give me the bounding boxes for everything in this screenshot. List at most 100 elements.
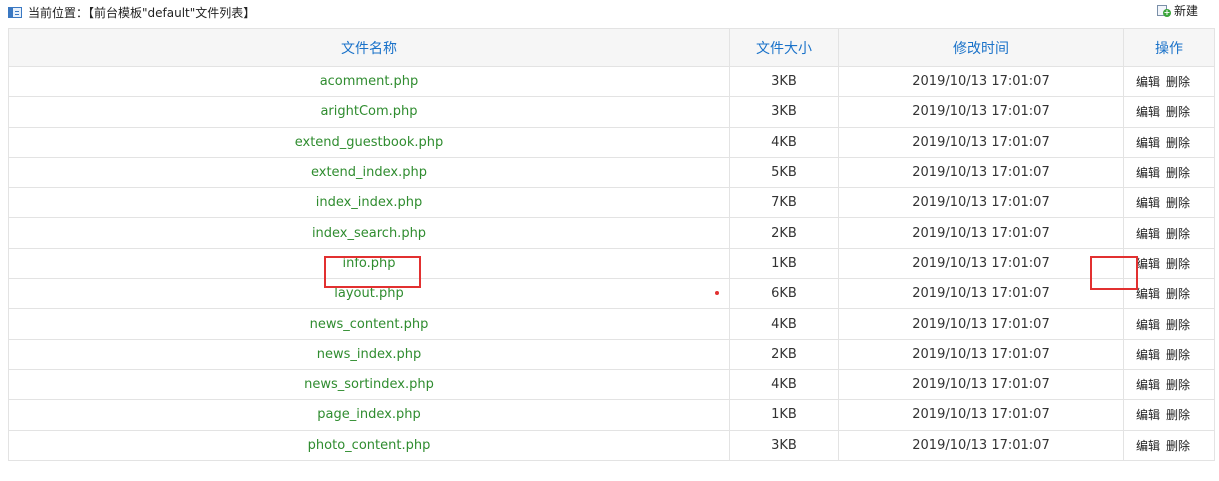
file-rows: acomment.php 3KB 2019/10/13 17:01:07 编辑 删除 ar… <box>8 65 1215 461</box>
file-name-cell[interactable]: index_search.php <box>8 217 730 249</box>
breadcrumb: 当前位置：【前台模板"default"文件列表】 <box>8 4 255 21</box>
actions-cell: 编辑 删除 <box>1123 156 1215 189</box>
edit-link[interactable]: 编辑 <box>1136 105 1160 119</box>
modified-time-cell: 2019/10/13 17:01:07 <box>838 338 1124 370</box>
edit-link[interactable]: 编辑 <box>1136 348 1160 362</box>
edit-link[interactable]: 编辑 <box>1136 75 1160 89</box>
delete-link[interactable]: 删除 <box>1166 136 1190 150</box>
file-name-link[interactable]: info.php <box>342 256 395 271</box>
file-name-link[interactable]: news_sortindex.php <box>304 377 434 392</box>
file-name-link[interactable]: photo_content.php <box>308 438 431 453</box>
file-name-link[interactable]: news_index.php <box>317 347 422 362</box>
table-header-row: 文件名称 文件大小 修改时间 操作 <box>8 28 1215 67</box>
file-name-link[interactable]: index_search.php <box>312 226 426 241</box>
table-row: extend_guestbook.php 4KB 2019/10/13 17:01:… <box>8 126 1215 158</box>
edit-link[interactable]: 编辑 <box>1136 257 1160 271</box>
file-table: 文件名称 文件大小 修改时间 操作 acomment.php 3KB 2019/10… <box>8 28 1215 461</box>
file-name-cell[interactable]: news_content.php <box>8 308 730 340</box>
table-row: news_content.php 4KB 2019/10/13 17:01:07 编辑… <box>8 308 1215 340</box>
delete-link[interactable]: 删除 <box>1166 227 1190 241</box>
breadcrumb-text: 当前位置：【前台模板"default"文件列表】 <box>28 6 256 20</box>
file-name-cell[interactable]: info.php <box>8 247 730 280</box>
actions-cell: 编辑 删除 <box>1123 65 1215 98</box>
file-name-link[interactable]: index_index.php <box>316 195 423 210</box>
actions-cell: 编辑 删除 <box>1123 278 1215 310</box>
file-name-cell[interactable]: layout.php <box>8 278 730 310</box>
table-row: page_index.php 1KB 2019/10/13 17:01:07 编辑 删除 <box>8 399 1215 431</box>
new-file-icon: + <box>1156 4 1171 17</box>
edit-link[interactable]: 编辑 <box>1136 287 1160 301</box>
edit-link[interactable]: 编辑 <box>1136 196 1160 210</box>
delete-link[interactable]: 删除 <box>1166 348 1190 362</box>
modified-time-cell: 2019/10/13 17:01:07 <box>838 278 1124 310</box>
table-row: info.php 1KB 2019/10/13 17:01:07 编辑 删除 <box>8 247 1215 280</box>
annotation-dot <box>715 291 719 295</box>
file-size-cell: 4KB <box>729 308 839 340</box>
file-name-cell[interactable]: acomment.php <box>8 65 730 98</box>
delete-link[interactable]: 删除 <box>1166 287 1190 301</box>
modified-time-cell: 2019/10/13 17:01:07 <box>838 399 1124 431</box>
file-name-link[interactable]: extend_index.php <box>311 165 427 180</box>
file-size-cell: 3KB <box>729 96 839 128</box>
edit-link[interactable]: 编辑 <box>1136 136 1160 150</box>
panel-icon <box>8 7 22 18</box>
header-filesize: 文件大小 <box>729 28 839 67</box>
delete-link[interactable]: 删除 <box>1166 166 1190 180</box>
header-modified-time: 修改时间 <box>838 28 1124 67</box>
table-row: index_search.php 2KB 2019/10/13 17:01:07 编辑… <box>8 217 1215 249</box>
file-size-cell: 1KB <box>729 399 839 431</box>
table-row: news_index.php 2KB 2019/10/13 17:01:07 编辑 删除 <box>8 338 1215 370</box>
delete-link[interactable]: 删除 <box>1166 408 1190 422</box>
actions-cell: 编辑 删除 <box>1123 308 1215 340</box>
file-name-link[interactable]: acomment.php <box>320 74 419 89</box>
actions-cell: 编辑 删除 <box>1123 429 1215 461</box>
actions-cell: 编辑 删除 <box>1123 187 1215 219</box>
file-size-cell: 7KB <box>729 187 839 219</box>
modified-time-cell: 2019/10/13 17:01:07 <box>838 126 1124 158</box>
file-name-cell[interactable]: news_index.php <box>8 338 730 370</box>
file-size-cell: 4KB <box>729 126 839 158</box>
file-name-cell[interactable]: arightCom.php <box>8 96 730 128</box>
actions-cell: 编辑 删除 <box>1123 368 1215 401</box>
file-size-cell: 2KB <box>729 217 839 249</box>
header-actions: 操作 <box>1123 28 1215 67</box>
edit-link[interactable]: 编辑 <box>1136 166 1160 180</box>
delete-link[interactable]: 删除 <box>1166 318 1190 332</box>
file-name-cell[interactable]: page_index.php <box>8 399 730 431</box>
delete-link[interactable]: 删除 <box>1166 257 1190 271</box>
file-name-link[interactable]: arightCom.php <box>320 104 417 119</box>
edit-link[interactable]: 编辑 <box>1136 378 1160 392</box>
edit-link[interactable]: 编辑 <box>1136 408 1160 422</box>
actions-cell: 编辑 删除 <box>1123 217 1215 249</box>
file-name-link[interactable]: page_index.php <box>317 407 420 422</box>
new-file-button[interactable]: + 新建 <box>1156 2 1198 19</box>
edit-link[interactable]: 编辑 <box>1136 439 1160 453</box>
file-size-cell: 4KB <box>729 368 839 401</box>
actions-cell: 编辑 删除 <box>1123 338 1215 370</box>
actions-cell: 编辑 删除 <box>1123 247 1215 280</box>
edit-link[interactable]: 编辑 <box>1136 227 1160 241</box>
delete-link[interactable]: 删除 <box>1166 196 1190 210</box>
table-row: layout.php 6KB 2019/10/13 17:01:07 编辑 删除 <box>8 278 1215 310</box>
edit-link[interactable]: 编辑 <box>1136 318 1160 332</box>
file-name-cell[interactable]: index_index.php <box>8 187 730 219</box>
file-name-cell[interactable]: extend_index.php <box>8 156 730 189</box>
delete-link[interactable]: 删除 <box>1166 378 1190 392</box>
file-size-cell: 3KB <box>729 65 839 98</box>
top-bar: 当前位置：【前台模板"default"文件列表】 + 新建 <box>0 0 1219 28</box>
table-row: photo_content.php 3KB 2019/10/13 17:01:07 编… <box>8 429 1215 461</box>
header-filename: 文件名称 <box>8 28 730 67</box>
file-name-cell[interactable]: news_sortindex.php <box>8 368 730 401</box>
modified-time-cell: 2019/10/13 17:01:07 <box>838 308 1124 340</box>
delete-link[interactable]: 删除 <box>1166 105 1190 119</box>
modified-time-cell: 2019/10/13 17:01:07 <box>838 156 1124 189</box>
delete-link[interactable]: 删除 <box>1166 75 1190 89</box>
file-name-link[interactable]: layout.php <box>334 286 403 301</box>
file-name-cell[interactable]: extend_guestbook.php <box>8 126 730 158</box>
table-row: extend_index.php 5KB 2019/10/13 17:01:07 编辑… <box>8 156 1215 189</box>
modified-time-cell: 2019/10/13 17:01:07 <box>838 217 1124 249</box>
file-name-link[interactable]: news_content.php <box>310 317 429 332</box>
file-name-link[interactable]: extend_guestbook.php <box>295 135 443 150</box>
delete-link[interactable]: 删除 <box>1166 439 1190 453</box>
file-name-cell[interactable]: photo_content.php <box>8 429 730 461</box>
